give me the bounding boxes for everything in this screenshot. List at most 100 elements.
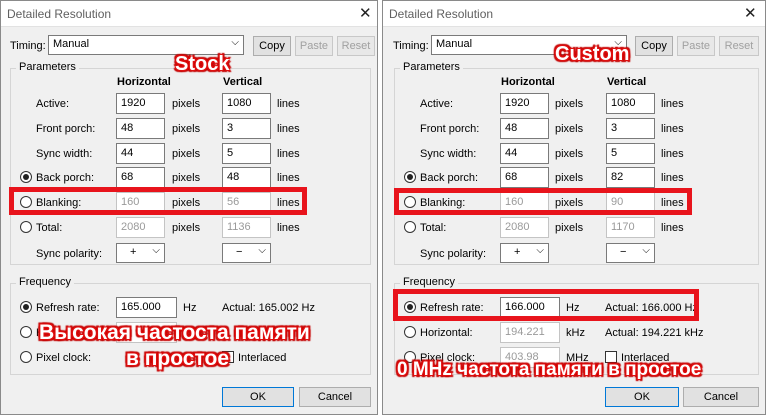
left-annotation-line2: в простое bbox=[126, 347, 230, 370]
left-pixel-clock-radio[interactable] bbox=[20, 351, 32, 363]
left-front-porch-h-field[interactable]: 48 bbox=[116, 118, 165, 139]
left-total-h-field[interactable]: 2080 bbox=[116, 217, 165, 238]
left-total-h-unit: pixels bbox=[172, 222, 201, 234]
right-horizontal-radio[interactable] bbox=[404, 326, 416, 338]
left-sync-polarity-label: Sync polarity: bbox=[36, 248, 103, 260]
left-sync-h-select[interactable]: + ⌵ bbox=[116, 243, 165, 263]
left-active-v-field[interactable]: 1080 bbox=[222, 93, 271, 114]
left-back-porch-v-unit: lines bbox=[277, 172, 300, 184]
left-timing-select[interactable]: Manual ⌵ bbox=[48, 35, 244, 55]
right-copy-button[interactable]: Copy bbox=[635, 36, 673, 56]
left-timing-value: Manual bbox=[53, 38, 90, 50]
right-front-porch-h-field[interactable]: 48 bbox=[500, 118, 549, 139]
right-parameters-title: Parameters bbox=[400, 61, 463, 73]
right-total-h-field[interactable]: 2080 bbox=[500, 217, 549, 238]
left-vertical-header: Vertical bbox=[223, 76, 263, 88]
left-front-porch-v-field[interactable]: 3 bbox=[222, 118, 271, 139]
right-ok-button[interactable]: OK bbox=[605, 387, 679, 407]
left-frequency-title: Frequency bbox=[16, 276, 74, 288]
right-sync-v-select[interactable]: − ⌵ bbox=[606, 243, 655, 263]
left-annotation-line1: Высокая частоста памяти bbox=[39, 321, 310, 344]
left-dialog: Detailed Resolution ✕ Timing: Manual ⌵ C… bbox=[0, 0, 378, 415]
left-back-porch-v-field[interactable]: 48 bbox=[222, 167, 271, 188]
right-vertical-header: Vertical bbox=[607, 76, 647, 88]
left-cancel-button[interactable]: Cancel bbox=[299, 387, 371, 407]
left-horizontal-radio[interactable] bbox=[20, 326, 32, 338]
right-annotation-line: 0 MHz частота памяти в простое bbox=[397, 359, 702, 380]
left-sync-v-value: − bbox=[236, 246, 243, 258]
right-active-v-unit: lines bbox=[661, 98, 684, 110]
left-total-radio[interactable] bbox=[20, 221, 32, 233]
left-front-porch-label: Front porch: bbox=[36, 123, 96, 135]
right-sync-h-select[interactable]: + ⌵ bbox=[500, 243, 549, 263]
left-copy-button[interactable]: Copy bbox=[253, 36, 291, 56]
right-active-v-field[interactable]: 1080 bbox=[606, 93, 655, 114]
right-cancel-button[interactable]: Cancel bbox=[683, 387, 759, 407]
right-total-radio[interactable] bbox=[404, 221, 416, 233]
left-sync-v-select[interactable]: − ⌵ bbox=[222, 243, 271, 263]
left-sync-width-v-field[interactable]: 5 bbox=[222, 143, 271, 164]
left-refresh-radio[interactable] bbox=[20, 301, 32, 313]
chevron-down-icon: ⌵ bbox=[258, 245, 266, 256]
right-back-porch-v-unit: lines bbox=[661, 172, 684, 184]
left-paste-button[interactable]: Paste bbox=[295, 36, 333, 56]
right-horizontal-header: Horizontal bbox=[501, 76, 555, 88]
right-back-porch-radio[interactable] bbox=[404, 171, 416, 183]
right-back-porch-label: Back porch: bbox=[420, 172, 479, 184]
chevron-down-icon: ⌵ bbox=[536, 245, 544, 256]
left-sync-width-h-field[interactable]: 44 bbox=[116, 143, 165, 164]
left-refresh-actual: Actual: 165.002 Hz bbox=[222, 302, 315, 314]
left-total-v-field[interactable]: 1136 bbox=[222, 217, 271, 238]
right-total-v-field[interactable]: 1170 bbox=[606, 217, 655, 238]
right-total-v-unit: lines bbox=[661, 222, 684, 234]
chevron-down-icon: ⌵ bbox=[642, 245, 650, 256]
right-back-porch-v-field[interactable]: 82 bbox=[606, 167, 655, 188]
left-sync-width-h-unit: pixels bbox=[172, 148, 201, 160]
right-front-porch-v-field[interactable]: 3 bbox=[606, 118, 655, 139]
right-sync-polarity-label: Sync polarity: bbox=[420, 248, 487, 260]
right-horizontal-field[interactable]: 194.221 bbox=[500, 322, 560, 343]
right-total-label: Total: bbox=[420, 222, 447, 234]
left-refresh-unit: Hz bbox=[183, 302, 197, 314]
right-close-icon[interactable]: ✕ bbox=[744, 4, 757, 22]
right-sync-width-h-field[interactable]: 44 bbox=[500, 143, 549, 164]
right-back-porch-h-unit: pixels bbox=[555, 172, 584, 184]
left-front-porch-v-unit: lines bbox=[277, 123, 300, 135]
left-sync-width-label: Sync width: bbox=[36, 148, 93, 160]
left-back-porch-label: Back porch: bbox=[36, 172, 95, 184]
right-horizontal-label: Horizontal: bbox=[420, 327, 473, 339]
right-frequency-title: Frequency bbox=[400, 276, 458, 288]
right-sync-v-value: − bbox=[620, 246, 627, 258]
right-front-porch-v-unit: lines bbox=[661, 123, 684, 135]
left-active-h-unit: pixels bbox=[172, 98, 201, 110]
left-interlaced-label: Interlaced bbox=[238, 352, 287, 364]
right-timing-value: Manual bbox=[436, 38, 473, 50]
left-back-porch-h-field[interactable]: 68 bbox=[116, 167, 165, 188]
right-sync-h-value: + bbox=[514, 246, 521, 258]
left-refresh-label: Refresh rate: bbox=[36, 302, 100, 314]
right-annotation-custom: Custom bbox=[555, 43, 630, 65]
left-ok-button[interactable]: OK bbox=[222, 387, 294, 407]
left-refresh-field[interactable]: 165.000 bbox=[116, 297, 177, 318]
right-back-porch-h-field[interactable]: 68 bbox=[500, 167, 549, 188]
left-close-icon[interactable]: ✕ bbox=[359, 4, 372, 22]
chevron-down-icon: ⌵ bbox=[152, 245, 160, 256]
left-active-h-field[interactable]: 1920 bbox=[116, 93, 165, 114]
right-active-h-unit: pixels bbox=[555, 98, 584, 110]
right-sync-width-v-unit: lines bbox=[661, 148, 684, 160]
right-sync-width-v-field[interactable]: 5 bbox=[606, 143, 655, 164]
left-reset-button[interactable]: Reset bbox=[337, 36, 375, 56]
right-horizontal-actual: Actual: 194.221 kHz bbox=[605, 327, 704, 339]
left-window-title: Detailed Resolution bbox=[7, 7, 112, 21]
left-sync-width-v-unit: lines bbox=[277, 148, 300, 160]
right-blanking-highlight bbox=[394, 188, 692, 215]
right-paste-button[interactable]: Paste bbox=[677, 36, 715, 56]
right-timing-label: Timing: bbox=[393, 40, 429, 52]
right-reset-button[interactable]: Reset bbox=[719, 36, 759, 56]
left-total-v-unit: lines bbox=[277, 222, 300, 234]
right-total-h-unit: pixels bbox=[555, 222, 584, 234]
left-back-porch-radio[interactable] bbox=[20, 171, 32, 183]
right-active-h-field[interactable]: 1920 bbox=[500, 93, 549, 114]
right-front-porch-label: Front porch: bbox=[420, 123, 480, 135]
left-annotation-stock: Stock bbox=[175, 53, 230, 75]
